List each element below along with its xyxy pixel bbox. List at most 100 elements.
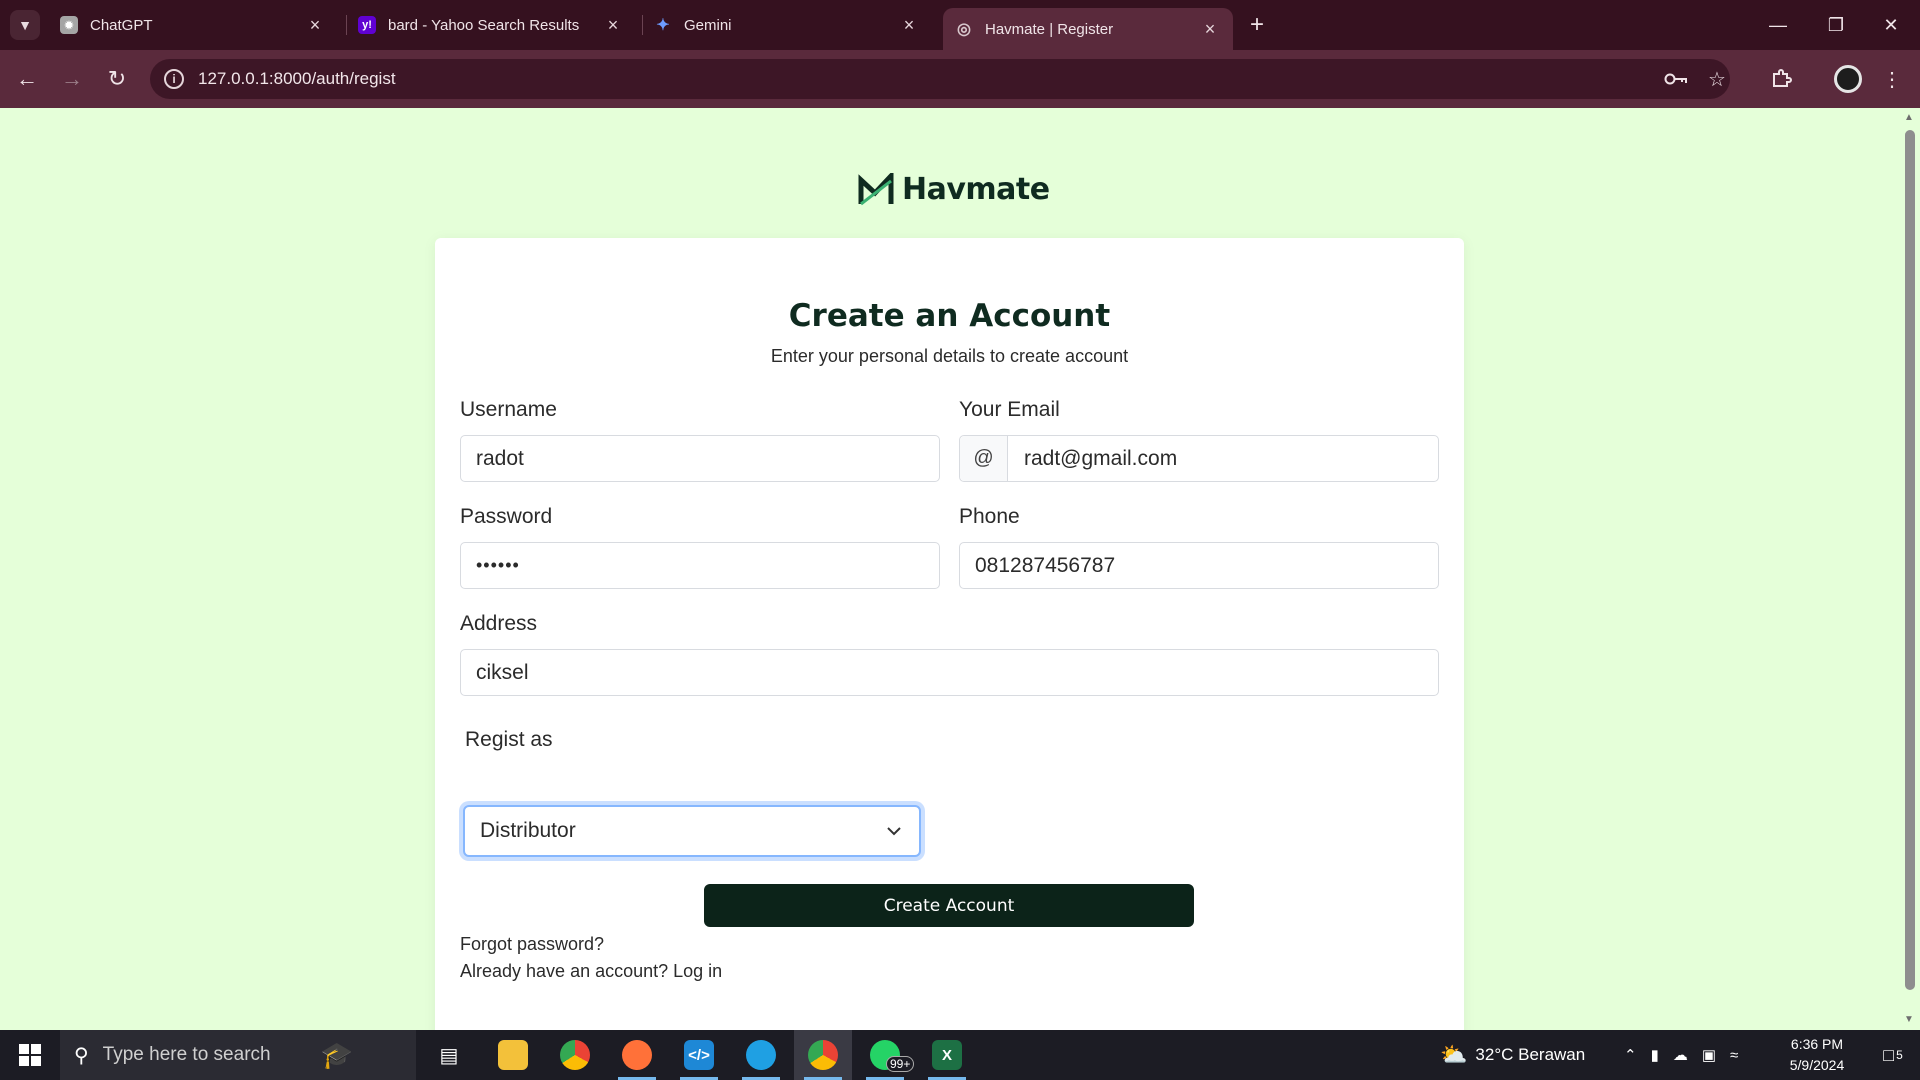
close-icon[interactable]: × bbox=[898, 14, 920, 36]
create-account-button[interactable]: Create Account bbox=[704, 884, 1194, 927]
arrow-left-icon: ← bbox=[16, 66, 38, 91]
weather-text: 32°C Berawan bbox=[1475, 1045, 1586, 1064]
partly-cloudy-icon: ⛅ bbox=[1440, 1042, 1468, 1067]
notification-badge: 99+ bbox=[886, 1056, 915, 1072]
minimize-button[interactable]: — bbox=[1749, 0, 1807, 50]
yahoo-icon: y! bbox=[358, 16, 376, 34]
extensions-button[interactable] bbox=[1766, 64, 1796, 94]
window-close-button[interactable]: ✕ bbox=[1862, 0, 1920, 50]
battery-icon[interactable]: ▮ bbox=[1651, 1046, 1659, 1064]
scroll-up-icon[interactable]: ▲ bbox=[1904, 112, 1914, 123]
chrome-icon bbox=[560, 1040, 590, 1070]
username-input[interactable]: radot bbox=[460, 435, 940, 482]
puzzle-icon bbox=[1773, 69, 1792, 87]
tab-yahoo[interactable]: y! bard - Yahoo Search Results × bbox=[346, 8, 636, 42]
tab-title: Gemini bbox=[684, 16, 732, 34]
new-tab-button[interactable]: + bbox=[1242, 10, 1272, 40]
forward-button[interactable]: → bbox=[55, 62, 89, 96]
address-input[interactable]: ciksel bbox=[460, 649, 1439, 696]
profile-avatar[interactable] bbox=[1834, 65, 1862, 93]
wifi-icon[interactable]: ≈ bbox=[1730, 1047, 1738, 1064]
username-label: Username bbox=[460, 398, 557, 421]
password-input[interactable]: •••••• bbox=[460, 542, 940, 589]
close-icon[interactable]: × bbox=[304, 14, 326, 36]
brand-header[interactable]: Havmate bbox=[858, 172, 1050, 207]
page-scrollbar[interactable]: ▲ ▼ bbox=[1900, 108, 1920, 1030]
tab-chatgpt[interactable]: ✹ ChatGPT × bbox=[48, 8, 338, 42]
start-button[interactable] bbox=[0, 1030, 60, 1080]
chrome-profile-app[interactable] bbox=[794, 1030, 852, 1080]
chrome-app[interactable] bbox=[546, 1030, 604, 1080]
close-icon[interactable]: × bbox=[602, 14, 624, 36]
whatsapp-app[interactable]: 99+ bbox=[856, 1030, 915, 1080]
scroll-thumb[interactable] bbox=[1905, 130, 1915, 990]
excel-app[interactable]: X bbox=[918, 1030, 976, 1080]
address-value: ciksel bbox=[476, 660, 529, 684]
star-icon: ☆ bbox=[1708, 68, 1726, 91]
password-key-button[interactable] bbox=[1661, 64, 1691, 94]
site-info-icon[interactable]: i bbox=[164, 69, 184, 89]
notification-center-button[interactable]: □ 5 bbox=[1866, 1030, 1920, 1080]
tab-havmate-register[interactable]: ◎ Havmate | Register × bbox=[943, 8, 1233, 50]
email-prefix: @ bbox=[960, 436, 1008, 481]
graduation-cap-icon: 🎓 bbox=[320, 1039, 353, 1070]
folder-icon bbox=[498, 1040, 528, 1070]
notification-count: 5 bbox=[1896, 1048, 1903, 1062]
login-link[interactable]: Already have an account? Log in bbox=[460, 961, 722, 982]
system-clock[interactable]: 6:36 PM 5/9/2024 bbox=[1772, 1034, 1862, 1076]
chevron-up-icon[interactable]: ⌃ bbox=[1624, 1046, 1637, 1064]
weather-widget[interactable]: ⛅ 32°C Berawan bbox=[1440, 1030, 1585, 1080]
firefox-app[interactable] bbox=[608, 1030, 666, 1080]
chatgpt-icon: ✹ bbox=[60, 16, 78, 34]
register-card: Create an Account Enter your personal de… bbox=[435, 238, 1464, 1030]
reload-icon: ↻ bbox=[107, 66, 127, 91]
scroll-down-icon[interactable]: ▼ bbox=[1904, 1014, 1914, 1025]
file-explorer-app[interactable] bbox=[484, 1030, 542, 1080]
vscode-app[interactable]: </> bbox=[670, 1030, 728, 1080]
bookmark-button[interactable]: ☆ bbox=[1702, 64, 1732, 94]
address-label: Address bbox=[460, 612, 538, 635]
tab-title: Havmate | Register bbox=[985, 20, 1114, 38]
clock-time: 6:36 PM bbox=[1790, 1036, 1844, 1052]
regist-as-label: Regist as bbox=[465, 728, 553, 751]
search-icon: ⚲ bbox=[74, 1044, 89, 1067]
display-icon[interactable]: ▣ bbox=[1702, 1046, 1716, 1064]
regist-as-select[interactable]: Distributor bbox=[463, 805, 921, 857]
vscode-icon: </> bbox=[684, 1040, 714, 1070]
url-text[interactable]: 127.0.0.1:8000/auth/regist bbox=[198, 69, 396, 89]
search-placeholder: Type here to search bbox=[102, 1044, 271, 1065]
edge-icon bbox=[746, 1040, 776, 1070]
notification-icon: □ bbox=[1883, 1044, 1895, 1065]
restore-button[interactable]: ❐ bbox=[1807, 0, 1865, 50]
tab-gemini[interactable]: ✦ Gemini × bbox=[642, 8, 932, 42]
phone-input[interactable]: 081287456787 bbox=[959, 542, 1439, 589]
edge-app[interactable] bbox=[732, 1030, 790, 1080]
email-input[interactable]: @ radt@gmail.com bbox=[959, 435, 1439, 482]
email-value: radt@gmail.com bbox=[1024, 446, 1178, 470]
taskbar-search[interactable]: ⚲ Type here to search 🎓 bbox=[60, 1030, 416, 1080]
password-value: •••••• bbox=[476, 555, 520, 575]
password-label: Password bbox=[460, 505, 553, 528]
cloud-icon[interactable]: ☁ bbox=[1673, 1046, 1688, 1064]
back-button[interactable]: ← bbox=[10, 62, 44, 96]
browser-menu-button[interactable]: ⋮ bbox=[1877, 64, 1907, 94]
browser-toolbar: ← → ↻ i 127.0.0.1:8000/auth/regist ☆ ⋮ bbox=[0, 50, 1920, 108]
regist-as-value: Distributor bbox=[480, 819, 576, 842]
phone-label: Phone bbox=[959, 505, 1020, 528]
firefox-icon bbox=[622, 1040, 652, 1070]
minimize-icon: — bbox=[1769, 14, 1787, 35]
email-label: Your Email bbox=[959, 398, 1060, 421]
chevron-down-icon: ▼ bbox=[18, 17, 32, 33]
page-title: Create an Account bbox=[788, 298, 1111, 334]
address-bar[interactable]: i 127.0.0.1:8000/auth/regist bbox=[150, 59, 1730, 99]
task-view-button[interactable]: ▤ bbox=[420, 1030, 478, 1080]
forgot-password-link[interactable]: Forgot password? bbox=[460, 934, 604, 955]
tab-search-button[interactable]: ▼ bbox=[10, 10, 40, 40]
close-icon[interactable]: × bbox=[1199, 18, 1221, 40]
key-icon bbox=[1664, 73, 1687, 85]
chevron-down-icon bbox=[884, 821, 904, 841]
system-tray: ⌃ ▮ ☁ ▣ ≈ bbox=[1624, 1030, 1738, 1080]
excel-icon: X bbox=[932, 1040, 962, 1070]
browser-tab-bar: ▼ ✹ ChatGPT × y! bard - Yahoo Search Res… bbox=[0, 0, 1920, 50]
reload-button[interactable]: ↻ bbox=[100, 62, 134, 96]
